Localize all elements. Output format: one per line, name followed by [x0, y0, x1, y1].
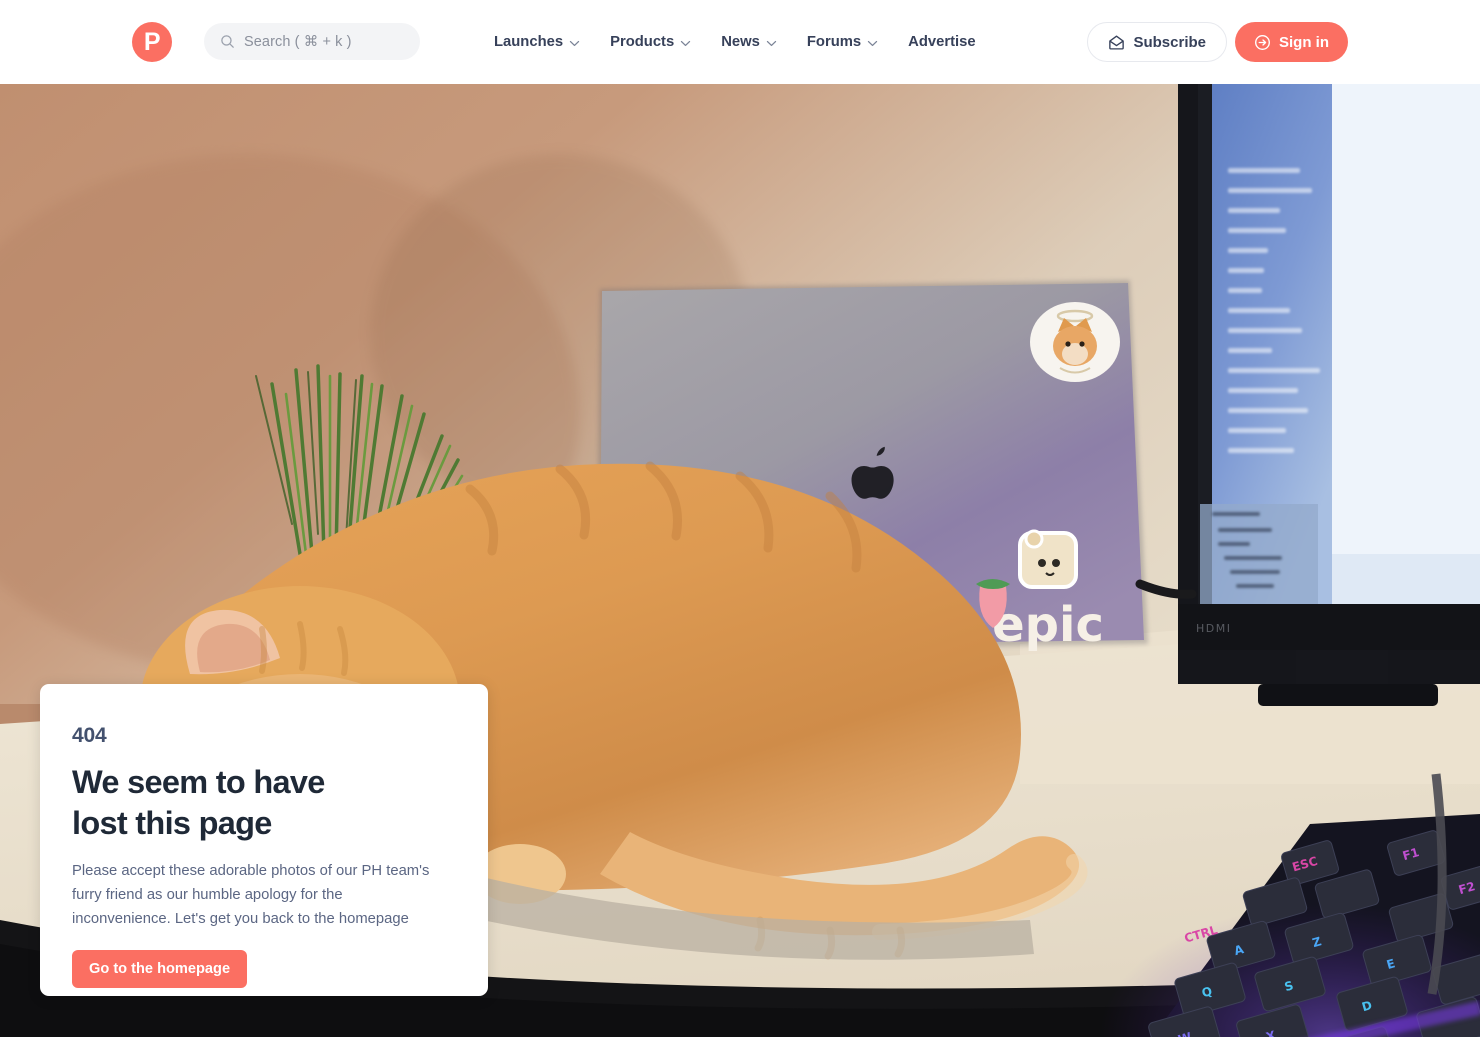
product-hunt-logo[interactable]: P: [132, 22, 172, 62]
nav-item-products[interactable]: Products: [610, 34, 691, 50]
header-actions: Subscribe Sign in: [1087, 0, 1348, 84]
nav-item-forums[interactable]: Forums: [807, 34, 878, 50]
chevron-down-icon: [681, 40, 691, 46]
chevron-down-icon: [867, 40, 878, 46]
sign-in-arrow-circle-icon: [1255, 34, 1270, 50]
search-placeholder-text: Search ( ⌘ + k ): [244, 33, 352, 50]
sign-in-button[interactable]: Sign in: [1235, 22, 1348, 62]
chevron-down-icon: [766, 40, 777, 46]
nav-label: Launches: [494, 34, 564, 50]
main-navigation: Launches Products News Forums Advertise: [494, 0, 976, 84]
nav-item-news[interactable]: News: [721, 34, 777, 50]
nav-label: Forums: [806, 34, 862, 50]
go-to-homepage-button[interactable]: Go to the homepage: [72, 950, 248, 989]
nav-label: Advertise: [908, 34, 976, 50]
svg-text:HDMI: HDMI: [1196, 622, 1231, 635]
error-code: 404: [72, 724, 107, 747]
envelope-open-icon: [1109, 35, 1125, 50]
cat-halo-sticker: [1030, 302, 1120, 382]
nav-item-launches[interactable]: Launches: [494, 34, 580, 50]
signin-label: Sign in: [1279, 33, 1329, 51]
error-message: Please accept these adorable photos of o…: [72, 863, 430, 928]
error-title: We seem to have lost this page: [72, 764, 325, 841]
external-monitor: HDMI: [1178, 84, 1480, 706]
subscribe-label: Subscribe: [1133, 33, 1206, 51]
site-header: P Search ( ⌘ + k ) Launches Products New…: [0, 0, 1480, 84]
search-input[interactable]: Search ( ⌘ + k ): [204, 23, 420, 60]
search-icon: [221, 35, 234, 48]
nav-label: Products: [610, 34, 675, 50]
nav-label: News: [721, 34, 760, 50]
subscribe-button[interactable]: Subscribe: [1087, 22, 1227, 62]
svg-text:epic: epic: [992, 597, 1104, 653]
logo-letter: P: [143, 27, 161, 56]
error-404-card: 404 We seem to have lost this page Pleas…: [40, 684, 488, 996]
nav-item-advertise[interactable]: Advertise: [908, 34, 975, 50]
chevron-down-icon: [569, 40, 580, 46]
